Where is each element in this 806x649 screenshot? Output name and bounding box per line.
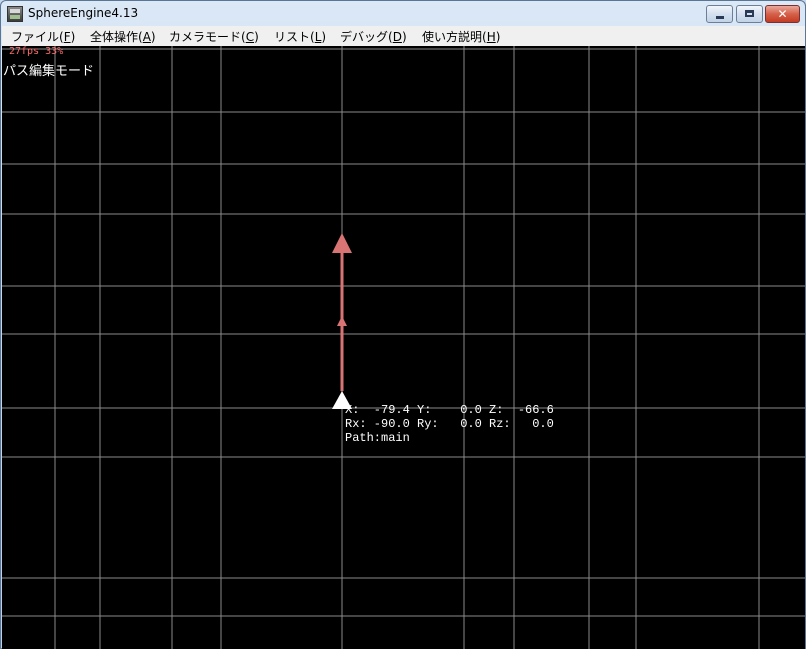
menu-camera-close: ) <box>254 30 259 44</box>
menu-debug[interactable]: デバッグ(D) <box>340 28 407 45</box>
path-arrow-midpoint <box>337 316 347 326</box>
ground-grid <box>2 46 805 649</box>
scene-viewport[interactable]: 27fps 33% パス編集モード X: -79.4 Y: 0.0 Z: -66… <box>2 46 805 649</box>
menu-list-label: リスト( <box>274 30 315 44</box>
path-arrow[interactable] <box>332 233 352 391</box>
menu-help-accel: H <box>486 30 496 44</box>
close-icon: ✕ <box>777 7 788 21</box>
menu-debug-close: ) <box>401 30 407 44</box>
menu-file[interactable]: ファイル(F) <box>11 28 75 45</box>
close-button[interactable]: ✕ <box>765 5 800 23</box>
menu-camera-label: カメラモード( <box>169 30 246 44</box>
minimize-button[interactable] <box>706 5 733 23</box>
menu-file-accel: F <box>63 30 71 44</box>
app-window: SphereEngine4.13 ✕ ファイル(F) 全体操作(A) カメラモー… <box>0 0 806 649</box>
object-path: Path:main <box>345 431 410 445</box>
menu-global-accel: A <box>142 30 151 44</box>
menu-bar: ファイル(F) 全体操作(A) カメラモード(C) リスト(L) デバッグ(D)… <box>2 26 805 46</box>
maximize-button[interactable] <box>736 5 763 23</box>
minimize-icon <box>716 16 724 19</box>
menu-list-close: ) <box>321 30 327 44</box>
menu-help[interactable]: 使い方説明(H) <box>422 28 500 45</box>
menu-global[interactable]: 全体操作(A) <box>90 28 156 45</box>
scene-canvas[interactable] <box>2 46 805 649</box>
menu-camera[interactable]: カメラモード(C) <box>169 28 259 45</box>
window-title: SphereEngine4.13 <box>28 6 139 20</box>
menu-debug-label: デバッグ( <box>340 30 393 44</box>
title-bar[interactable]: SphereEngine4.13 ✕ <box>1 1 805 27</box>
menu-camera-accel: C <box>245 30 255 44</box>
menu-help-label: 使い方説明( <box>422 30 487 44</box>
mode-label: パス編集モード <box>3 64 95 79</box>
object-rotation: Rx: -90.0 Ry: 0.0 Rz: 0.0 <box>345 417 554 431</box>
app-icon[interactable] <box>7 6 23 22</box>
menu-file-label: ファイル( <box>11 30 64 44</box>
menu-help-close: ) <box>495 30 501 44</box>
object-position: X: -79.4 Y: 0.0 Z: -66.6 <box>345 403 554 417</box>
menu-list[interactable]: リスト(L) <box>274 28 326 45</box>
path-arrow-head <box>332 233 352 253</box>
menu-global-close: ) <box>150 30 156 44</box>
object-info: X: -79.4 Y: 0.0 Z: -66.6 Rx: -90.0 Ry: 0.… <box>345 403 554 445</box>
maximize-icon <box>745 10 754 17</box>
fps-readout: 27fps 33% <box>9 46 64 57</box>
menu-file-close: ) <box>70 30 76 44</box>
menu-debug-accel: D <box>392 30 402 44</box>
menu-global-label: 全体操作( <box>90 30 143 44</box>
